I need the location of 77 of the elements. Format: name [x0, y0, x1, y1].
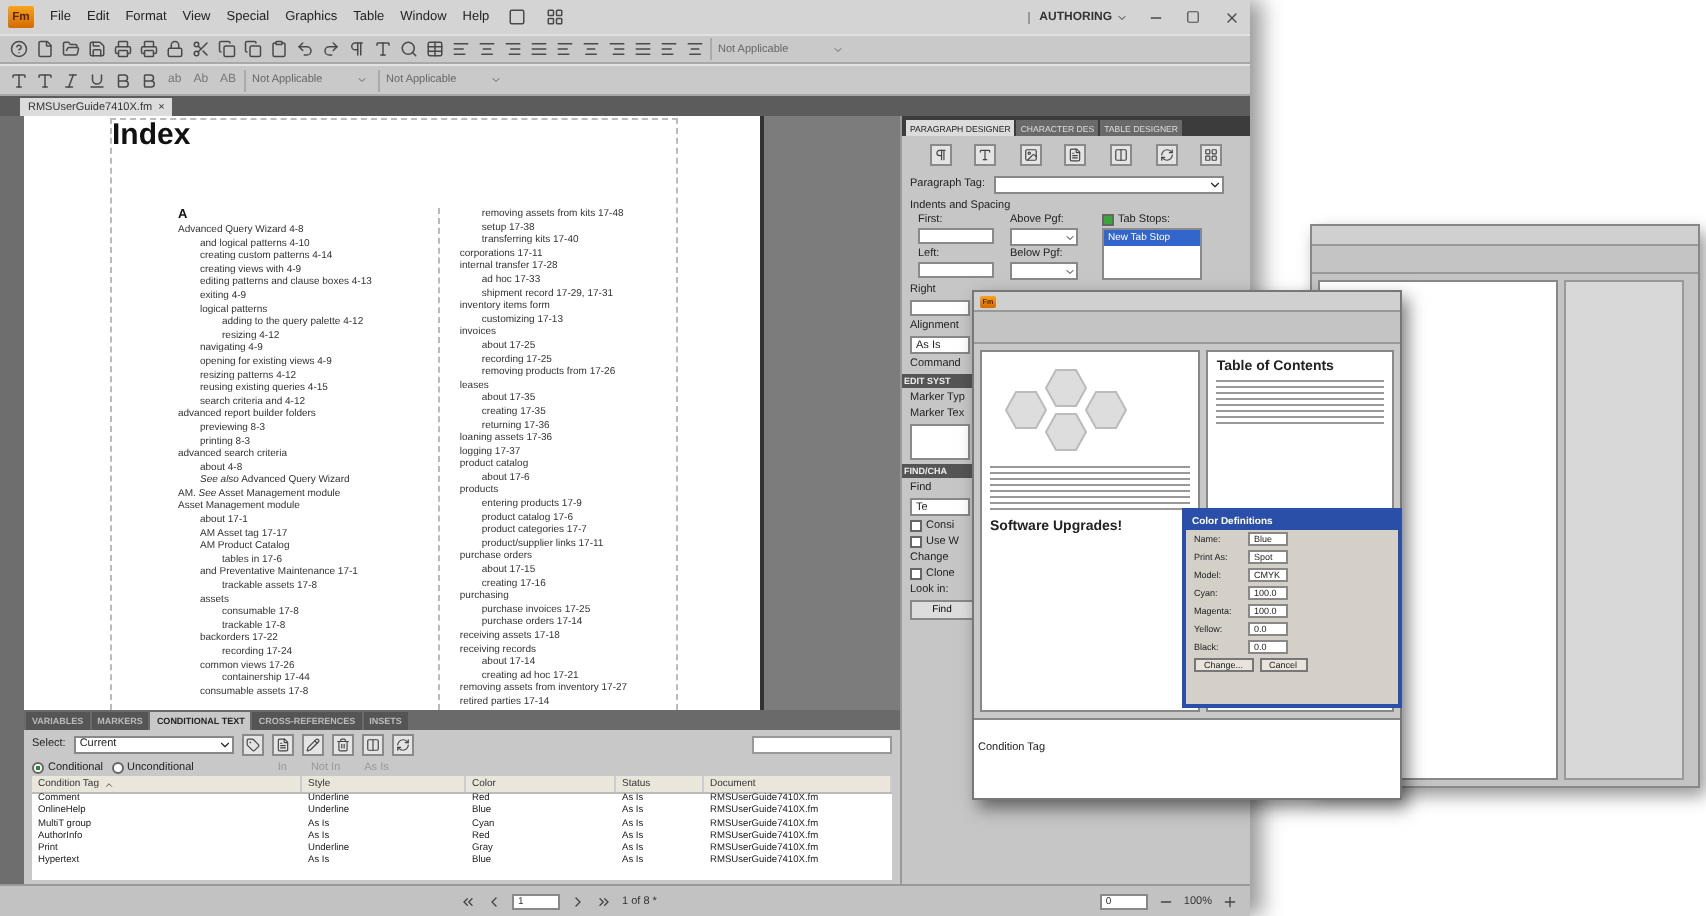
- panel-tool-icon[interactable]: [271, 733, 294, 755]
- toolbar-icon[interactable]: [580, 38, 602, 60]
- caret-icon: [1116, 11, 1128, 23]
- toolbar-icon[interactable]: [164, 38, 186, 60]
- toolbar-icon[interactable]: [528, 38, 550, 60]
- toolbar-icon[interactable]: [424, 38, 446, 60]
- toolbar-icon[interactable]: [112, 38, 134, 60]
- caret-icon: [1064, 231, 1076, 243]
- toolbar-icon[interactable]: [86, 38, 108, 60]
- checkbox[interactable]: [910, 536, 922, 548]
- paragraph-tag-dropdown[interactable]: [993, 175, 1224, 193]
- panel-tool-icon[interactable]: [391, 733, 414, 755]
- caret-icon: [217, 737, 232, 751]
- designer-icon[interactable]: [1200, 143, 1223, 165]
- text-format-icon[interactable]: [86, 69, 108, 91]
- window-icon[interactable]: [505, 6, 528, 28]
- toolbar-icon[interactable]: [346, 38, 368, 60]
- designer-icon[interactable]: [1110, 143, 1133, 165]
- input-field[interactable]: [910, 300, 970, 316]
- checkbox[interactable]: [1102, 214, 1114, 226]
- toolbar-icon[interactable]: [476, 38, 498, 60]
- first-page-icon[interactable]: [460, 893, 476, 909]
- text-format-icon[interactable]: [112, 69, 134, 91]
- toolbar-icon[interactable]: [190, 38, 212, 60]
- toolbar-icon[interactable]: [450, 38, 472, 60]
- maximize-icon[interactable]: [1182, 6, 1204, 28]
- designer-icon[interactable]: [929, 143, 952, 165]
- checkbox[interactable]: [910, 568, 922, 580]
- select-dropdown[interactable]: [1010, 228, 1078, 246]
- page-title: Index: [112, 120, 193, 156]
- text-format-icon[interactable]: [34, 69, 56, 91]
- checkbox[interactable]: [910, 520, 922, 532]
- toolbar-icon[interactable]: [372, 38, 394, 60]
- panel-tool-icon[interactable]: [301, 733, 324, 755]
- panel-tool-icon[interactable]: [241, 733, 264, 755]
- toolbar-icon[interactable]: [398, 38, 420, 60]
- toolbar-icon[interactable]: [34, 38, 56, 60]
- zoom-in-icon[interactable]: [1222, 893, 1238, 909]
- input-field[interactable]: [918, 262, 994, 278]
- panel-tool-icon[interactable]: [361, 733, 384, 755]
- panel-tool-icon[interactable]: [331, 733, 354, 755]
- toolbar-icon[interactable]: [320, 38, 342, 60]
- text-format-icon[interactable]: [8, 69, 30, 91]
- designer-icon[interactable]: [974, 143, 997, 165]
- previous-page-icon[interactable]: [486, 893, 502, 909]
- toolbar-icon[interactable]: [294, 38, 316, 60]
- toolbar-icon[interactable]: [8, 38, 30, 60]
- designer-icon[interactable]: [1019, 143, 1042, 165]
- caret-icon: [490, 74, 503, 86]
- radio-button[interactable]: [32, 761, 44, 773]
- text-area[interactable]: [910, 424, 970, 460]
- next-page-icon[interactable]: [570, 893, 586, 909]
- caret-icon: [1064, 265, 1076, 277]
- toolbar-icon[interactable]: [554, 38, 576, 60]
- toolbar-icon[interactable]: [242, 38, 264, 60]
- caret-icon: [1207, 177, 1222, 191]
- toolbar-icon[interactable]: [268, 38, 290, 60]
- toolbar-icon[interactable]: [216, 38, 238, 60]
- text-format-icon[interactable]: [138, 69, 160, 91]
- toolbar-icon[interactable]: [502, 38, 524, 60]
- last-page-icon[interactable]: [596, 893, 612, 909]
- designer-icon[interactable]: [1064, 143, 1087, 165]
- toolbar-icon[interactable]: [684, 38, 706, 60]
- input-field[interactable]: [918, 228, 994, 244]
- toolbar-icon[interactable]: [606, 38, 628, 60]
- radio-button[interactable]: [111, 761, 124, 773]
- select-dropdown[interactable]: [1010, 262, 1078, 280]
- caret-icon: [356, 74, 369, 86]
- caret-icon: [832, 43, 844, 55]
- designer-icon[interactable]: [1155, 143, 1178, 165]
- toolbar-icon[interactable]: [138, 38, 160, 60]
- grid-icon[interactable]: [543, 6, 566, 28]
- search-field[interactable]: [752, 735, 892, 753]
- toolbar-icon[interactable]: [632, 38, 654, 60]
- toolbar-icon[interactable]: [60, 38, 82, 60]
- toolbar-icon[interactable]: [658, 38, 680, 60]
- text-format-icon[interactable]: [60, 69, 82, 91]
